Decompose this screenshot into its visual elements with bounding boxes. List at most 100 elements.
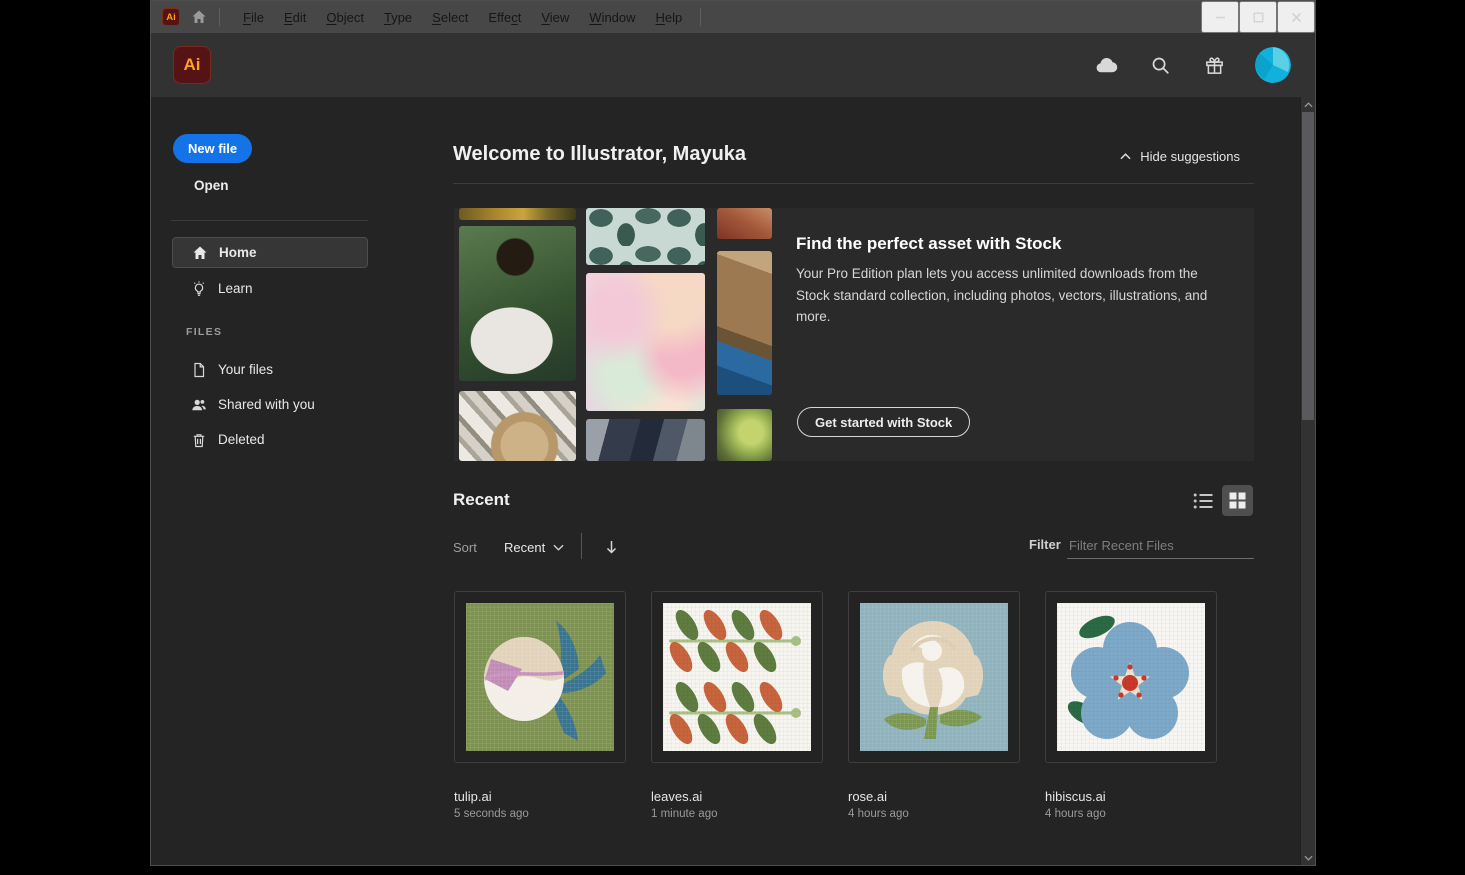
stock-card-title: Find the perfect asset with Stock	[796, 234, 1061, 254]
menu-file[interactable]: File	[233, 7, 274, 28]
file-name: hibiscus.ai	[1045, 789, 1217, 804]
menu-type[interactable]: Type	[374, 7, 422, 28]
menu-view[interactable]: View	[531, 7, 579, 28]
menu-edit[interactable]: Edit	[274, 7, 316, 28]
scrollbar-thumb[interactable]	[1302, 112, 1314, 420]
collage-column-1	[459, 208, 576, 461]
sidebar-divider	[171, 220, 368, 221]
menu-bar: FileEditObjectTypeSelectEffectViewWindow…	[233, 7, 692, 28]
grid-view-icon	[1229, 492, 1246, 509]
account-avatar[interactable]	[1255, 47, 1291, 83]
collage-column-2	[586, 208, 705, 461]
sidebar-item-label: Home	[219, 245, 257, 260]
file-time: 5 seconds ago	[454, 808, 626, 820]
sidebar-item-learn[interactable]: Learn	[172, 273, 368, 304]
arrow-down-icon	[604, 539, 619, 555]
gift-icon	[1203, 54, 1226, 77]
avatar-graphic	[1255, 47, 1291, 83]
filter-label: Filter	[1029, 537, 1061, 552]
hide-suggestions-button[interactable]: Hide suggestions	[1114, 148, 1246, 165]
close-button[interactable]	[1277, 1, 1315, 33]
sort-dropdown[interactable]: Recent	[498, 539, 570, 556]
sort-dropdown-value: Recent	[504, 540, 545, 555]
sidebar-item-label: Your files	[218, 362, 273, 377]
maximize-icon	[1253, 12, 1264, 23]
sort-label: Sort	[453, 540, 477, 555]
stock-promo-card: Find the perfect asset with Stock Your P…	[454, 208, 1254, 461]
menu-select[interactable]: Select	[422, 7, 478, 28]
file-name: rose.ai	[848, 789, 1020, 804]
file-card-hibiscus[interactable]	[1045, 591, 1217, 763]
menu-effect[interactable]: Effect	[478, 7, 531, 28]
filter-recent-files-input[interactable]	[1067, 533, 1254, 559]
document-icon	[191, 362, 207, 378]
stock-photo-person-in-suit	[586, 419, 705, 461]
menu-window[interactable]: Window	[579, 7, 645, 28]
trash-icon	[191, 432, 207, 448]
file-time: 1 minute ago	[651, 808, 823, 820]
file-name: leaves.ai	[651, 789, 823, 804]
scroll-up-button[interactable]	[1301, 97, 1315, 112]
titlebar-divider-2	[700, 8, 701, 26]
new-file-button[interactable]: New file	[173, 134, 252, 163]
vertical-scrollbar	[1300, 97, 1315, 865]
illustrator-window: Ai FileEditObjectTypeSelectEffectViewWin…	[150, 0, 1316, 866]
illustrator-logo: Ai	[173, 46, 211, 84]
rose-thumbnail	[860, 603, 1008, 751]
stock-photo-foliage	[459, 208, 576, 220]
stock-photo-pastel-flowers	[586, 273, 705, 411]
menu-object[interactable]: Object	[316, 7, 374, 28]
stock-photo-woman-with-flowers	[459, 226, 576, 381]
title-bar: Ai FileEditObjectTypeSelectEffectViewWin…	[151, 1, 1315, 33]
open-button[interactable]: Open	[194, 178, 229, 193]
leaves-thumbnail	[663, 603, 811, 751]
get-started-with-stock-button[interactable]: Get started with Stock	[797, 407, 970, 437]
stock-photo-pebble-texture	[586, 208, 705, 265]
maximize-button[interactable]	[1239, 1, 1277, 33]
search-icon	[1149, 54, 1172, 77]
whats-new-button[interactable]	[1201, 52, 1227, 78]
list-view-button[interactable]	[1187, 488, 1213, 514]
close-icon	[1291, 12, 1302, 23]
file-name: tulip.ai	[454, 789, 626, 804]
app-system-icon[interactable]: Ai	[162, 8, 180, 26]
sidebar-item-label: Shared with you	[218, 397, 315, 412]
file-card-rose[interactable]	[848, 591, 1020, 763]
hibiscus-thumbnail	[1057, 603, 1205, 751]
sidebar-item-home[interactable]: Home	[172, 237, 368, 268]
sidebar-item-shared-with-you[interactable]: Shared with you	[172, 389, 368, 420]
sidebar-item-label: Deleted	[218, 432, 265, 447]
stock-photo-sea-cliff	[717, 251, 772, 395]
list-view-icon	[1193, 492, 1213, 510]
file-card-tulip[interactable]	[454, 591, 626, 763]
home-workspace-icon[interactable]	[191, 9, 207, 25]
people-icon	[191, 397, 207, 413]
menu-help[interactable]: Help	[646, 7, 693, 28]
sort-divider	[581, 533, 582, 559]
sort-direction-button[interactable]	[598, 536, 620, 558]
minimize-button[interactable]	[1201, 1, 1239, 33]
search-button[interactable]	[1147, 52, 1173, 78]
app-header: Ai	[151, 33, 1315, 97]
cloud-sync-button[interactable]	[1093, 52, 1119, 78]
files-section-header: FILES	[186, 326, 222, 338]
file-time: 4 hours ago	[848, 808, 1020, 820]
file-card-leaves[interactable]	[651, 591, 823, 763]
hide-suggestions-label: Hide suggestions	[1140, 149, 1240, 164]
chevron-up-icon	[1304, 102, 1313, 108]
welcome-title: Welcome to Illustrator, Mayuka	[453, 143, 746, 166]
scroll-down-button[interactable]	[1301, 850, 1315, 865]
grid-view-button[interactable]	[1222, 485, 1253, 516]
stock-photo-green-bird	[717, 409, 772, 461]
sidebar-item-label: Learn	[218, 281, 253, 296]
welcome-divider	[453, 183, 1254, 184]
stock-photo-striped-pattern	[459, 391, 576, 461]
collage-column-3	[717, 208, 772, 461]
recent-section-title: Recent	[453, 490, 510, 510]
sidebar-item-deleted[interactable]: Deleted	[172, 424, 368, 455]
chevron-down-icon	[553, 544, 564, 551]
sidebar-item-your-files[interactable]: Your files	[172, 354, 368, 385]
house-icon	[191, 9, 207, 25]
minimize-icon	[1215, 12, 1226, 23]
header-actions	[1093, 47, 1291, 83]
